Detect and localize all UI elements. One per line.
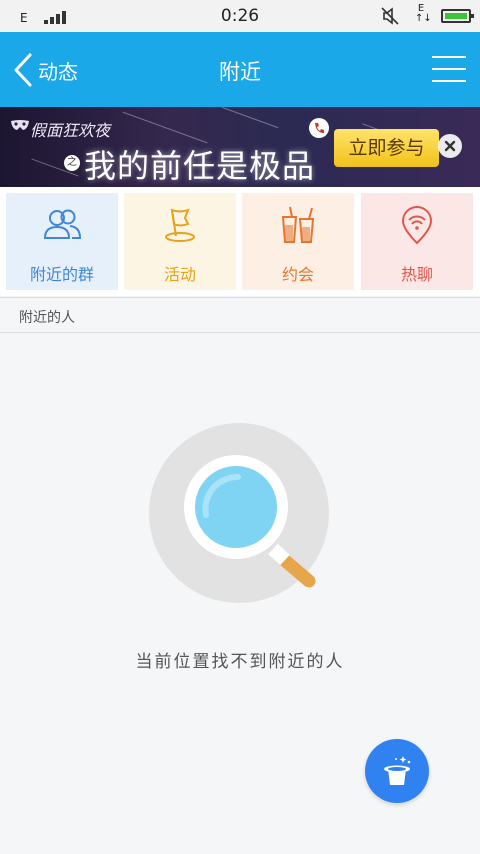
category-grid: 附近的群 活动 约会 热聊 xyxy=(0,187,480,296)
close-icon xyxy=(444,140,456,152)
category-activities[interactable]: 活动 xyxy=(124,193,236,290)
banner-headline: 我的前任是极品 xyxy=(84,147,316,185)
section-title: 附近的人 xyxy=(19,310,75,326)
category-label: 热聊 xyxy=(400,265,433,284)
back-button[interactable]: 动态 xyxy=(12,52,78,88)
banner-connector: 之 xyxy=(64,155,80,171)
app-header: 动态 附近 xyxy=(0,32,480,107)
data-icon: E ↑↓ xyxy=(415,3,432,24)
battery-icon xyxy=(441,9,474,23)
mute-icon xyxy=(381,7,399,25)
menu-button[interactable] xyxy=(432,54,466,84)
status-bar: E 0:26 E ↑↓ xyxy=(0,0,480,32)
mask-icon xyxy=(11,120,29,130)
back-label: 动态 xyxy=(38,59,78,84)
join-now-button[interactable]: 立即参与 xyxy=(334,129,439,167)
banner-close-button[interactable] xyxy=(438,134,462,158)
banner-subtitle: 假面狂欢夜 xyxy=(30,121,111,140)
category-dating[interactable]: 约会 xyxy=(242,193,354,290)
category-nearby-groups[interactable]: 附近的群 xyxy=(6,193,118,290)
chevron-left-icon xyxy=(14,53,32,87)
group-icon xyxy=(43,209,82,239)
section-header: 附近的人 xyxy=(0,297,480,333)
magnifier-icon xyxy=(149,423,329,603)
category-hot-chat[interactable]: 热聊 xyxy=(361,193,473,290)
location-wifi-icon xyxy=(401,206,433,245)
magic-hat-icon xyxy=(384,756,411,785)
phone-icon xyxy=(309,118,329,138)
category-label: 附近的群 xyxy=(29,265,94,284)
drinks-icon xyxy=(281,206,315,243)
category-label: 活动 xyxy=(163,265,196,284)
flag-icon xyxy=(165,208,195,242)
clock: 0:26 xyxy=(220,6,260,26)
magic-hat-button[interactable] xyxy=(365,739,429,803)
category-label: 约会 xyxy=(281,265,314,284)
empty-state-message: 当前位置找不到附近的人 xyxy=(135,652,345,672)
